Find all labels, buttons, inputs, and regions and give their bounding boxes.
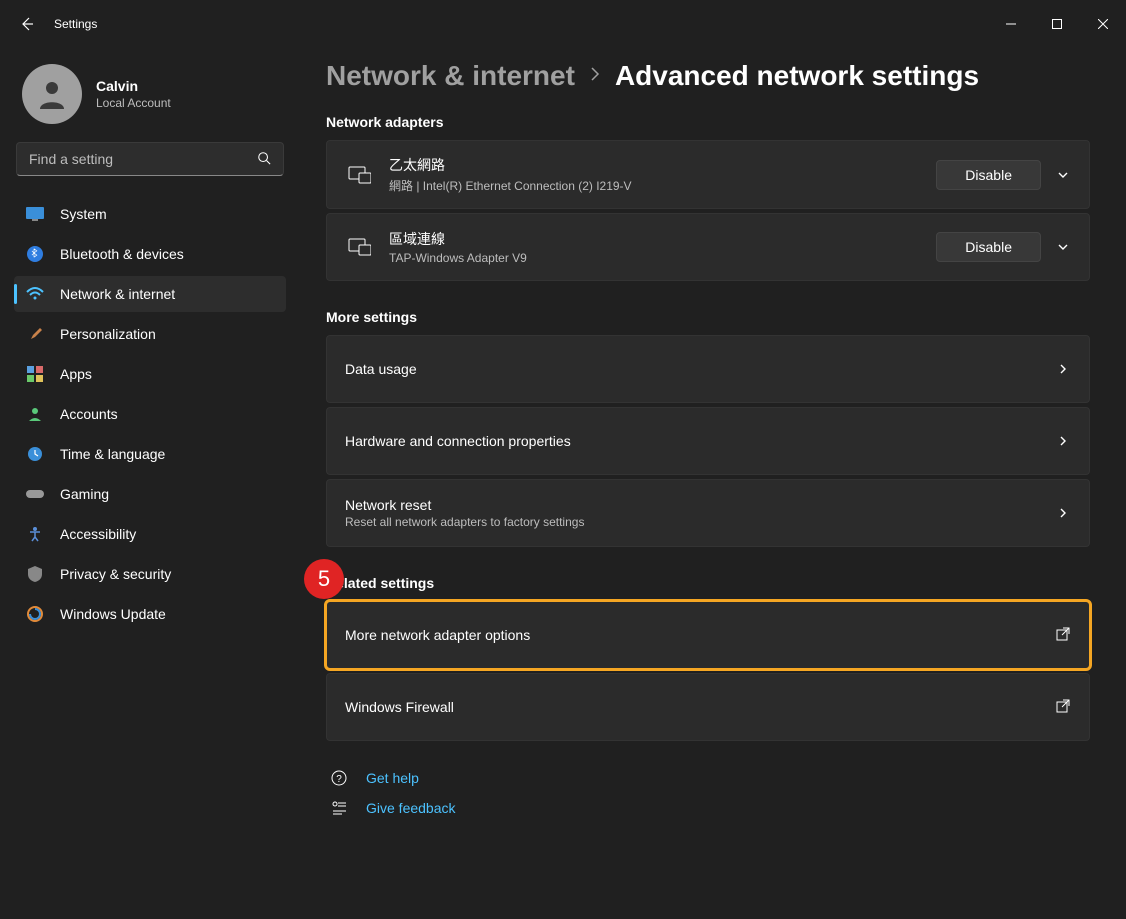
card-title: More network adapter options (345, 627, 1055, 643)
brush-icon (26, 325, 44, 343)
search-input[interactable] (29, 151, 257, 167)
breadcrumb-parent[interactable]: Network & internet (326, 60, 575, 92)
section-adapters: Network adapters 乙太網路 網路 | Intel(R) Ethe… (326, 114, 1090, 281)
search-box[interactable] (16, 142, 284, 176)
section-more: More settings Data usage Hardware and co… (326, 309, 1090, 547)
nav-label: Time & language (60, 446, 165, 462)
external-link-icon (1055, 698, 1071, 717)
nav-personalization[interactable]: Personalization (14, 316, 286, 352)
card-title: Windows Firewall (345, 699, 1055, 715)
back-button[interactable] (18, 15, 36, 33)
maximize-button[interactable] (1034, 8, 1080, 40)
chevron-down-icon[interactable] (1055, 240, 1071, 254)
titlebar: Settings (0, 0, 1126, 48)
user-account-type: Local Account (96, 96, 171, 110)
help-links: ? Get help Give feedback (326, 769, 1090, 817)
adapter-title: 乙太網路 (389, 155, 936, 175)
section-title: More settings (326, 309, 1090, 325)
nav-accounts[interactable]: Accounts (14, 396, 286, 432)
page-title: Advanced network settings (615, 60, 979, 92)
app-title: Settings (54, 17, 97, 31)
nav-accessibility[interactable]: Accessibility (14, 516, 286, 552)
disable-button[interactable]: Disable (936, 160, 1041, 190)
monitor-icon (26, 205, 44, 223)
get-help-link[interactable]: ? Get help (330, 769, 1090, 787)
nav-label: Apps (60, 366, 92, 382)
minimize-button[interactable] (988, 8, 1034, 40)
nav-bluetooth[interactable]: Bluetooth & devices (14, 236, 286, 272)
link-text: Give feedback (366, 800, 456, 816)
chevron-right-icon (1055, 362, 1071, 376)
windows-firewall-card[interactable]: Windows Firewall (326, 673, 1090, 741)
svg-text:?: ? (336, 774, 342, 785)
shield-icon (26, 565, 44, 583)
nav-label: System (60, 206, 107, 222)
more-adapter-options-card[interactable]: More network adapter options (326, 601, 1090, 669)
user-block[interactable]: Calvin Local Account (14, 56, 286, 142)
sidebar: Calvin Local Account System Bluetooth & … (0, 48, 300, 919)
chevron-right-icon (1055, 506, 1071, 520)
nav-label: Accessibility (60, 526, 136, 542)
nav-update[interactable]: Windows Update (14, 596, 286, 632)
chevron-right-icon (589, 65, 601, 88)
nav-time[interactable]: Time & language (14, 436, 286, 472)
data-usage-card[interactable]: Data usage (326, 335, 1090, 403)
apps-icon (26, 365, 44, 383)
help-icon: ? (330, 769, 350, 787)
clock-icon (26, 445, 44, 463)
avatar (22, 64, 82, 124)
disable-button[interactable]: Disable (936, 232, 1041, 262)
ethernet-icon (345, 165, 373, 185)
gamepad-icon (26, 485, 44, 503)
nav-label: Bluetooth & devices (60, 246, 184, 262)
nav-label: Gaming (60, 486, 109, 502)
card-title: Data usage (345, 361, 1055, 377)
section-related: 5 Related settings More network adapter … (326, 575, 1090, 741)
nav-label: Privacy & security (60, 566, 171, 582)
adapter-card-ethernet[interactable]: 乙太網路 網路 | Intel(R) Ethernet Connection (… (326, 140, 1090, 209)
feedback-icon (330, 799, 350, 817)
update-icon (26, 605, 44, 623)
adapter-title: 區域連線 (389, 229, 936, 249)
nav-gaming[interactable]: Gaming (14, 476, 286, 512)
nav-label: Personalization (60, 326, 156, 342)
nav: System Bluetooth & devices Network & int… (14, 196, 286, 632)
nav-label: Windows Update (60, 606, 166, 622)
nav-network[interactable]: Network & internet (14, 276, 286, 312)
user-name: Calvin (96, 78, 171, 94)
card-sub: Reset all network adapters to factory se… (345, 515, 1055, 529)
search-icon (257, 151, 271, 168)
adapter-sub: TAP-Windows Adapter V9 (389, 251, 936, 265)
adapter-card-lan[interactable]: 區域連線 TAP-Windows Adapter V9 Disable (326, 213, 1090, 281)
breadcrumb: Network & internet Advanced network sett… (326, 60, 1090, 92)
nav-system[interactable]: System (14, 196, 286, 232)
network-reset-card[interactable]: Network reset Reset all network adapters… (326, 479, 1090, 547)
wifi-icon (26, 285, 44, 303)
nav-apps[interactable]: Apps (14, 356, 286, 392)
section-title: Network adapters (326, 114, 1090, 130)
close-button[interactable] (1080, 8, 1126, 40)
external-link-icon (1055, 626, 1071, 645)
accessibility-icon (26, 525, 44, 543)
main-content: Network & internet Advanced network sett… (300, 48, 1126, 919)
chevron-down-icon[interactable] (1055, 168, 1071, 182)
card-title: Network reset (345, 497, 1055, 513)
bluetooth-icon (26, 245, 44, 263)
hardware-properties-card[interactable]: Hardware and connection properties (326, 407, 1090, 475)
adapter-sub: 網路 | Intel(R) Ethernet Connection (2) I2… (389, 177, 936, 194)
link-text: Get help (366, 770, 419, 786)
give-feedback-link[interactable]: Give feedback (330, 799, 1090, 817)
ethernet-icon (345, 237, 373, 257)
section-title: Related settings (326, 575, 1090, 591)
step-badge: 5 (304, 559, 344, 599)
chevron-right-icon (1055, 434, 1071, 448)
user-icon (26, 405, 44, 423)
nav-label: Network & internet (60, 286, 175, 302)
nav-label: Accounts (60, 406, 118, 422)
card-title: Hardware and connection properties (345, 433, 1055, 449)
nav-privacy[interactable]: Privacy & security (14, 556, 286, 592)
